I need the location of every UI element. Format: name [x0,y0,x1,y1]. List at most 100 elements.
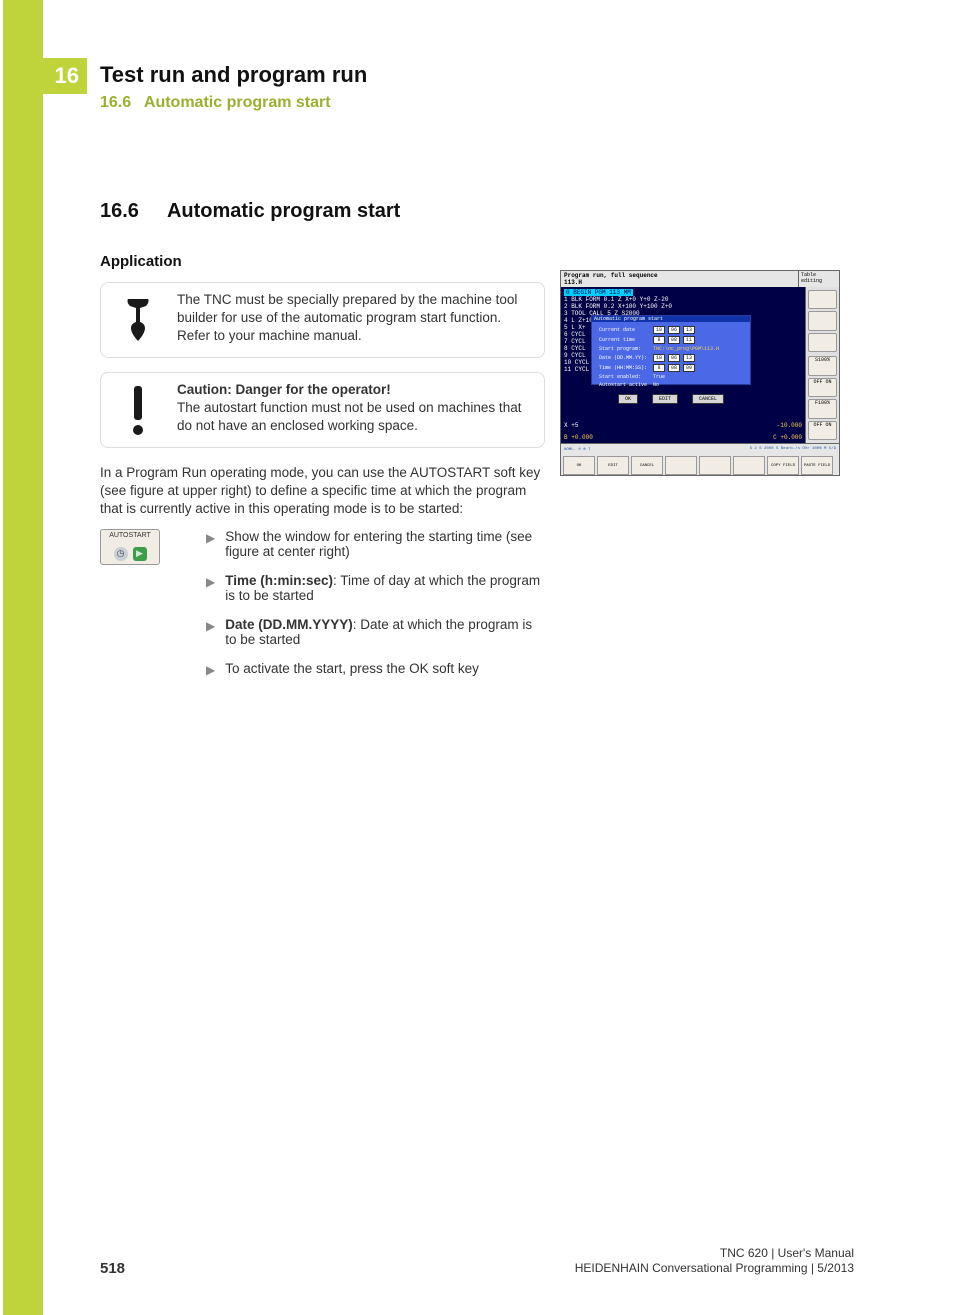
tnc-sidebar: S100% OFF ON F100% OFF ON [805,287,839,443]
popup-value[interactable]: 06 [668,354,680,362]
sidebar-off-on[interactable]: OFF ON [808,378,837,397]
list-item: ▶ Time (h:min:sec): Time of day at which… [206,573,545,603]
status-left: NOML. ⊙ ⊕ T [564,446,590,452]
steps-block: AUTOSTART ◷ ▶ ▶ Show the window for ente… [100,529,545,691]
softkey-paste-field[interactable]: PASTE FIELD [801,456,833,475]
list-item: ▶ To activate the start, press the OK so… [206,661,545,677]
popup-value[interactable]: 13 [683,354,695,362]
popup-label: Current time [597,336,649,344]
callout-danger: Caution: Danger for the operator! The au… [100,372,545,448]
step-text: To activate the start, press the OK soft… [225,661,479,676]
arrow-icon: ▶ [206,531,215,559]
sidebar-off-on[interactable]: OFF ON [808,421,837,440]
header-subsection-number: 16.6 [100,94,131,111]
tnc-line-highlight: 0 BEGIN PGM 113 MM [564,289,633,296]
footer-product: TNC 620 | User's Manual [575,1246,854,1262]
autostart-softkey-label: AUTOSTART [109,532,151,539]
popup-label: Current date [597,326,649,334]
dro-z-value: -10.000 [777,422,802,429]
page-number: 518 [100,1260,125,1277]
tnc-dro-row2: B +0.000 C +0.000 [564,434,802,441]
step-text: Show the window for entering the startin… [225,529,532,559]
callout-machine-text: The TNC must be specially prepared by th… [177,291,536,349]
dro-b-value: +0.000 [571,434,593,441]
tnc-mode-title: Program run, full sequence [564,272,658,279]
popup-value[interactable]: 00 [683,364,695,372]
softkey-empty[interactable] [733,456,765,475]
steps-list: ▶ Show the window for entering the start… [206,529,545,691]
dro-x-label: X [564,422,568,429]
header-subsection-title: Automatic program start [144,94,331,111]
callout-danger-body: The autostart function must not be used … [177,399,536,435]
tnc-titlebar: Program run, full sequence 113.H Table e… [561,271,839,287]
content-column: 16.6 Automatic program start Application… [100,200,545,691]
popup-value[interactable]: 11 [683,336,695,344]
arrow-icon: ▶ [206,663,215,677]
popup-program-path: TNC:\nc_prog\PGM\113.H [651,346,721,352]
sidebar-s100-panel[interactable]: S100% [808,356,837,375]
sidebar-btn[interactable] [808,333,837,352]
warning-icon [109,381,167,439]
softkey-edit[interactable]: EDIT [597,456,629,475]
application-heading: Application [100,253,545,270]
sidebar-f100-panel[interactable]: F100% [808,399,837,418]
list-item: ▶ Show the window for entering the start… [206,529,545,559]
popup-value[interactable]: 08 [668,364,680,372]
header-title: Test run and program run [100,62,367,88]
dro-x-value: +5 [571,422,578,429]
callout-danger-title: Caution: Danger for the operator! [177,381,536,399]
popup-value: No [651,382,721,388]
popup-ok-button[interactable]: OK [618,394,638,404]
tnc-dro-row1: X +5 -10.000 [564,422,802,429]
popup-value[interactable]: 8 [653,364,665,372]
popup-title: Automatic program start [592,316,750,322]
softkey-copy-field[interactable]: COPY FIELD [767,456,799,475]
chapter-badge: 16 [43,58,87,94]
tnc-screenshot: Program run, full sequence 113.H Table e… [560,270,840,476]
tnc-side-title: Table editing [799,271,839,287]
popup-label: Time (HH:MM:SS): [597,364,649,372]
section-heading: 16.6 Automatic program start [100,200,545,223]
section-number: 16.6 [100,200,139,223]
list-item: ▶ Date (DD.MM.YYYY): Date at which the p… [206,617,545,647]
popup-label: Autostart active [597,382,649,388]
dro-c-value: +0.000 [780,434,802,441]
play-icon: ▶ [133,547,147,561]
header: Test run and program run 16.6 Automatic … [100,62,367,112]
step-bold: Time (h:min:sec) [225,573,333,588]
arrow-icon: ▶ [206,575,215,603]
popup-cancel-button[interactable]: CANCEL [692,394,724,404]
softkey-cancel[interactable]: CANCEL [631,456,663,475]
machine-tool-icon [109,291,167,349]
popup-value: True [651,374,721,380]
popup-value[interactable]: 8 [653,336,665,344]
section-title: Automatic program start [167,200,400,223]
softkey-ok[interactable]: OK [563,456,595,475]
popup-value[interactable]: 06 [668,326,680,334]
popup-value[interactable]: 18 [653,326,665,334]
popup-label: Date (DD.MM.YY): [597,354,649,362]
sidebar-btn[interactable] [808,311,837,330]
popup-value[interactable]: 13 [683,326,695,334]
popup-label: Start enabled: [597,374,649,380]
softkey-empty[interactable] [699,456,731,475]
dro-b-label: B [564,434,568,441]
popup-edit-button[interactable]: EDIT [652,394,678,404]
dro-c-label: C [773,434,777,441]
popup-label: Start program: [597,346,649,352]
status-right: S 2 S 2000 S Bearb./s OVr 100% M 5/9 [750,447,836,451]
intro-paragraph: In a Program Run operating mode, you can… [100,464,545,519]
softkey-empty[interactable] [665,456,697,475]
popup-value[interactable]: 18 [653,354,665,362]
callout-machine: The TNC must be specially prepared by th… [100,282,545,358]
arrow-icon: ▶ [206,619,215,647]
header-subsection: 16.6 Automatic program start [100,94,367,112]
footer-doc: HEIDENHAIN Conversational Programming | … [575,1261,854,1277]
popup-value[interactable]: 08 [668,336,680,344]
side-stripe [3,0,43,1315]
tnc-code-line: 1 BLK FORM 0.1 Z X+0 Y+0 Z-20 [564,296,802,303]
autostart-popup: Automatic program start Current date 18 … [591,315,751,385]
tnc-editor: 0 BEGIN PGM 113 MM 1 BLK FORM 0.1 Z X+0 … [561,287,805,443]
sidebar-btn[interactable] [808,290,837,309]
clock-icon: ◷ [114,547,128,561]
